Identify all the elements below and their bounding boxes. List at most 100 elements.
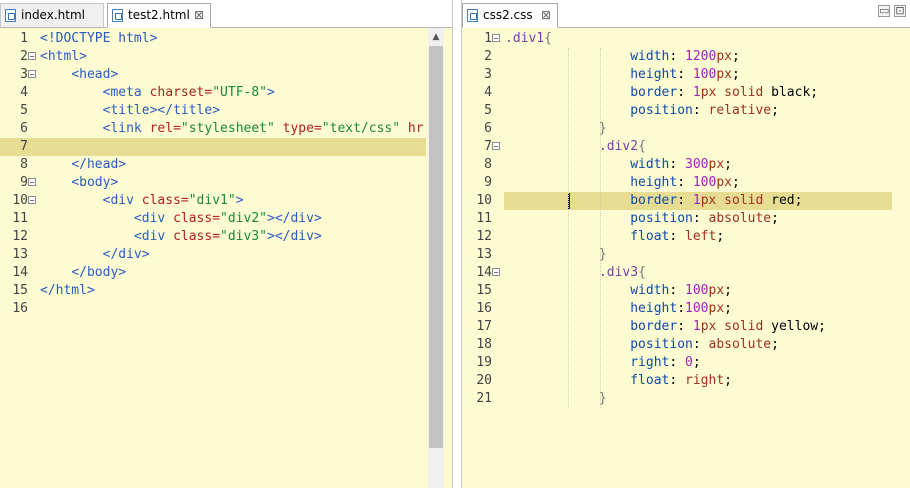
- pane-splitter[interactable]: [452, 0, 462, 488]
- tab-test2-html[interactable]: test2.html ⊠: [107, 3, 211, 28]
- code-line[interactable]: 9− <body>: [0, 174, 426, 192]
- close-icon[interactable]: ⊠: [541, 4, 551, 27]
- code-token: .div2: [598, 139, 639, 154]
- code-token: float: [630, 373, 670, 388]
- code-token: :: [677, 67, 693, 82]
- fold-toggle-icon[interactable]: −: [492, 268, 500, 277]
- code-token: width: [630, 157, 670, 172]
- code-line[interactable]: 8 width: 300px;: [462, 156, 892, 174]
- scrollbar-thumb[interactable]: [429, 46, 443, 448]
- code-line[interactable]: 21 }: [462, 390, 892, 408]
- code-line[interactable]: 1 <!DOCTYPE html>: [0, 30, 426, 48]
- fold-toggle-icon[interactable]: −: [28, 70, 36, 79]
- code-line[interactable]: 2 width: 1200px;: [462, 48, 892, 66]
- code-text: height: 100px;: [505, 174, 740, 192]
- code-line[interactable]: 5 <title></title>: [0, 102, 426, 120]
- code-token: :: [669, 283, 686, 298]
- code-token: :: [677, 85, 693, 100]
- code-token: 1: [692, 319, 701, 334]
- code-line[interactable]: 14− .div3{: [462, 264, 892, 282]
- maximize-icon[interactable]: ⊡: [894, 5, 906, 17]
- code-token: :: [669, 355, 686, 370]
- code-line[interactable]: 16 height:100px;: [462, 300, 892, 318]
- code-token: ;: [724, 373, 732, 388]
- code-line[interactable]: 20 float: right;: [462, 372, 892, 390]
- tab-index-html[interactable]: index.html: [0, 3, 104, 27]
- line-number: 17: [476, 319, 492, 334]
- html-file-icon: [5, 9, 16, 22]
- line-number: 10: [12, 193, 28, 208]
- minimize-icon[interactable]: ▭: [878, 5, 890, 17]
- code-line[interactable]: 14 </body>: [0, 264, 426, 282]
- fold-toggle-icon[interactable]: −: [28, 178, 36, 187]
- code-token: border: [630, 85, 678, 100]
- code-text: <div class="div1">: [40, 192, 244, 210]
- code-line[interactable]: 19 right: 0;: [462, 354, 892, 372]
- code-line[interactable]: 10 border: 1px solid red;: [476, 192, 892, 210]
- code-line[interactable]: 4 <meta charset="UTF-8">: [0, 84, 426, 102]
- fold-toggle-icon[interactable]: −: [492, 34, 500, 43]
- code-token: <div: [133, 229, 174, 244]
- code-line[interactable]: 18 position: absolute;: [462, 336, 892, 354]
- code-text: <body>: [40, 174, 118, 192]
- code-line[interactable]: 15 </html>: [0, 282, 426, 300]
- code-token: 0: [685, 355, 693, 370]
- vertical-scrollbar[interactable]: ▲: [428, 28, 444, 488]
- code-token: px: [708, 157, 725, 172]
- fold-toggle-icon[interactable]: −: [492, 142, 500, 151]
- line-number: 19: [476, 355, 492, 370]
- code-token: hr: [407, 121, 424, 136]
- css-code-editor[interactable]: 1− .div1{2 width: 1200px; 3 height: 100px;…: [462, 28, 910, 488]
- code-line[interactable]: 6 <link rel="stylesheet" type="text/css"…: [0, 120, 426, 138]
- line-number: 21: [476, 391, 492, 406]
- scroll-up-arrow-icon[interactable]: ▲: [428, 30, 444, 44]
- line-number: 16: [12, 301, 28, 316]
- code-text: border: 1px solid yellow;: [505, 318, 826, 336]
- code-token: height: [630, 67, 678, 82]
- tab-css2-css[interactable]: css2.css ⊠: [462, 3, 558, 28]
- fold-toggle-icon[interactable]: −: [28, 196, 36, 205]
- code-token: absolute: [708, 211, 772, 226]
- code-line[interactable]: 17 border: 1px solid yellow;: [462, 318, 892, 336]
- code-line[interactable]: 11 <div class="div2"></div>: [0, 210, 426, 228]
- code-token: 1200: [685, 49, 717, 64]
- code-token: position: [630, 211, 693, 226]
- code-line[interactable]: 7: [0, 138, 426, 156]
- code-line[interactable]: 16: [0, 300, 426, 318]
- code-line[interactable]: 3− <head>: [0, 66, 426, 84]
- code-line[interactable]: 5 position: relative;: [462, 102, 892, 120]
- code-line[interactable]: 13 }: [462, 246, 892, 264]
- line-number: 18: [476, 337, 492, 352]
- code-line[interactable]: 10− <div class="div1">: [0, 192, 426, 210]
- code-line[interactable]: 11 position: absolute;: [462, 210, 892, 228]
- code-line[interactable]: 7− .div2{: [462, 138, 892, 156]
- code-token: ;: [771, 103, 779, 118]
- code-line[interactable]: 13 </div>: [0, 246, 426, 264]
- code-line[interactable]: 12 float: left;: [462, 228, 892, 246]
- code-line[interactable]: 15 width: 100px;: [462, 282, 892, 300]
- code-text: <html>: [40, 48, 87, 66]
- code-token: <div: [102, 193, 142, 208]
- code-line[interactable]: 3 height: 100px;: [462, 66, 892, 84]
- fold-toggle-icon[interactable]: −: [28, 52, 36, 61]
- line-number: 15: [12, 283, 28, 298]
- code-token: height: [630, 301, 678, 316]
- code-line[interactable]: 12 <div class="div3"></div>: [0, 228, 426, 246]
- line-number: 15: [476, 283, 492, 298]
- right-tab-bar: css2.css ⊠ ▭ ⊡: [462, 0, 910, 28]
- code-line[interactable]: 8 </head>: [0, 156, 426, 174]
- close-icon[interactable]: ⊠: [194, 4, 204, 27]
- code-line[interactable]: 2− <html>: [0, 48, 426, 66]
- line-number: 5: [20, 103, 28, 118]
- code-token: >: [235, 193, 244, 208]
- code-token: :: [669, 229, 686, 244]
- code-line[interactable]: 9 height: 100px;: [462, 174, 892, 192]
- html-code-editor[interactable]: ▲ 1 <!DOCTYPE html> 2− <html> 3− <head> 4 <me…: [0, 28, 452, 488]
- code-line[interactable]: 4 border: 1px solid black;: [462, 84, 892, 102]
- code-line[interactable]: 1− .div1{: [462, 30, 892, 48]
- code-line[interactable]: 6 }: [462, 120, 892, 138]
- code-text: .div2{: [505, 138, 646, 156]
- code-token: {: [638, 139, 646, 154]
